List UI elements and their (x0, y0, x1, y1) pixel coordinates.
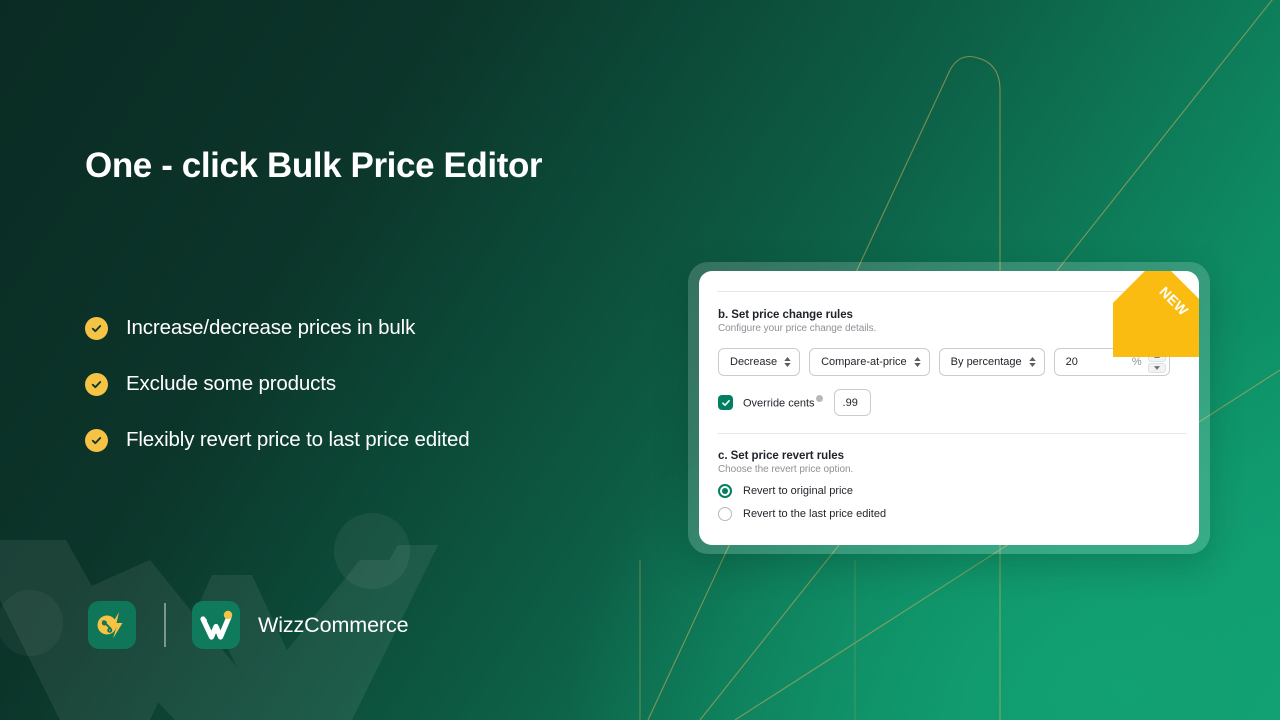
section-title: b. Set price change rules (718, 309, 853, 321)
price-change-section: b. Set price change rules Configure your… (718, 309, 1186, 416)
brand-name: WizzCommerce (258, 612, 409, 637)
amount-stepper[interactable]: 20 % (1053, 348, 1170, 376)
card-section-divider (718, 433, 1186, 434)
method-select[interactable]: By percentage (938, 348, 1045, 376)
help-circle-icon[interactable] (815, 395, 823, 403)
decor-circle-small (0, 590, 63, 656)
chevron-down-icon[interactable] (1147, 362, 1166, 373)
page-title: One - click Bulk Price Editor (85, 146, 543, 185)
revert-option-label: Revert to the last price edited (743, 508, 887, 520)
override-cents-label: Override cents (743, 395, 823, 410)
check-circle-icon (85, 316, 108, 340)
price-change-controls: Decrease Compare-at-price By percentage … (718, 348, 1186, 376)
check-circle-icon (85, 428, 108, 452)
checkmark-icon (721, 399, 730, 406)
feature-list: Increase/decrease prices in bulk Exclude… (85, 308, 645, 460)
cents-value-input[interactable]: .99 (833, 389, 871, 416)
chevron-updown-icon (913, 357, 921, 367)
section-subtitle: Choose the revert price option. (718, 464, 854, 475)
method-select-value: By percentage (950, 356, 1022, 368)
chevron-updown-icon (784, 357, 791, 367)
amount-input-value: 20 (1065, 356, 1078, 368)
override-cents-row: Override cents .99 (718, 389, 1186, 416)
percent-bolt-icon (88, 601, 136, 649)
list-item: Exclude some products (85, 364, 645, 404)
price-revert-section: c. Set price revert rules Choose the rev… (718, 450, 1186, 521)
list-item: Increase/decrease prices in bulk (85, 308, 645, 348)
override-cents-text: Override cents (743, 397, 815, 410)
section-title: c. Set price revert rules (718, 450, 844, 462)
chevron-updown-icon (1028, 357, 1036, 367)
chevron-up-icon[interactable] (1147, 351, 1166, 362)
cents-value: .99 (842, 396, 858, 409)
feature-label: Exclude some products (126, 372, 336, 395)
list-item: Flexibly revert price to last price edit… (85, 420, 645, 460)
wizz-w-icon (192, 601, 240, 649)
direction-select-value: Decrease (730, 356, 778, 368)
feature-label: Flexibly revert price to last price edit… (126, 428, 470, 451)
revert-option-label: Revert to original price (743, 485, 854, 497)
check-circle-icon (85, 372, 108, 396)
feature-label: Increase/decrease prices in bulk (126, 316, 416, 339)
target-select-value: Compare-at-price (821, 356, 907, 368)
brand-divider (164, 603, 166, 647)
revert-option-last-edited[interactable]: Revert to the last price edited (718, 507, 1186, 521)
revert-option-original[interactable]: Revert to original price (718, 484, 1186, 498)
target-select[interactable]: Compare-at-price (809, 348, 930, 376)
direction-select[interactable]: Decrease (718, 348, 801, 376)
amount-unit-suffix: % (1131, 356, 1142, 368)
section-subtitle: Configure your price change details. (718, 323, 877, 334)
override-cents-checkbox[interactable] (718, 395, 733, 410)
settings-card-frame: b. Set price change rules Configure your… (688, 262, 1210, 554)
radio-unselected-icon[interactable] (718, 507, 732, 521)
stepper-buttons (1147, 351, 1166, 373)
promo-banner: One - click Bulk Price Editor Increase/d… (0, 0, 1280, 720)
brand-footer: WizzCommerce (88, 600, 409, 650)
card-top-divider (717, 291, 1182, 292)
radio-selected-icon[interactable] (718, 484, 732, 498)
settings-card: b. Set price change rules Configure your… (699, 271, 1199, 545)
